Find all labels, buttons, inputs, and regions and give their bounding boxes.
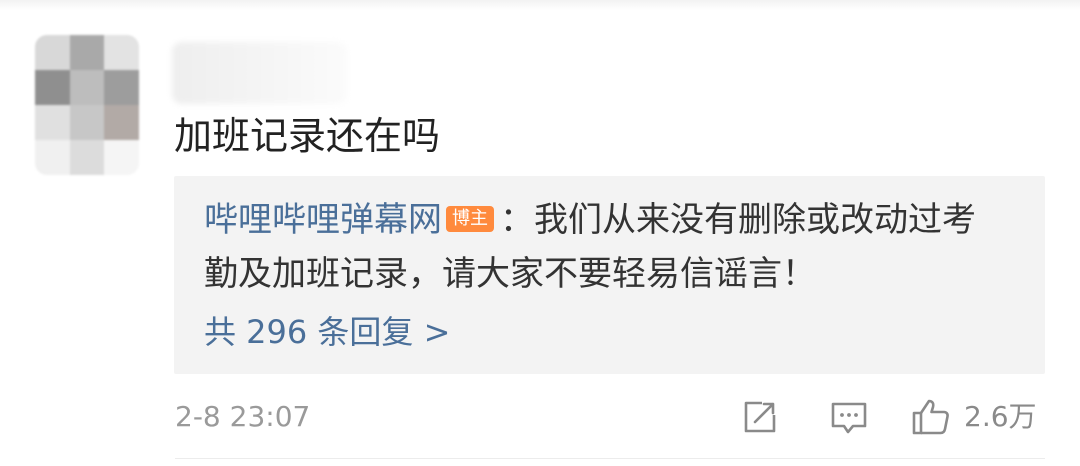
avatar[interactable] — [35, 35, 139, 175]
reply-preview-box[interactable]: 哔哩哔哩弹幕网 博主 ：我们从来没有删除或改动过考 勤及加班记录，请大家不要轻易信谣… — [174, 176, 1045, 374]
author-badge: 博主 — [446, 205, 494, 232]
share-button[interactable] — [740, 397, 780, 437]
divider — [175, 458, 1045, 459]
like-icon — [912, 399, 949, 435]
share-icon — [744, 401, 776, 433]
like-count: 2.6万 — [964, 400, 1037, 433]
comment-timestamp: 2-8 23:07 — [175, 400, 311, 433]
reply-text-1: ：我们从来没有删除或改动过考 — [500, 200, 976, 240]
view-replies-link[interactable]: 共 296 条回复 > — [204, 310, 450, 354]
username-blurred[interactable] — [172, 42, 347, 104]
like-button[interactable]: 2.6万 — [910, 397, 1037, 437]
top-edge — [0, 0, 1080, 10]
comment-text: 加班记录还在吗 — [174, 114, 441, 158]
comment-button[interactable] — [828, 397, 870, 437]
reply-author[interactable]: 哔哩哔哩弹幕网 — [204, 200, 442, 240]
reply-line-1: 哔哩哔哩弹幕网 博主 ：我们从来没有删除或改动过考 — [204, 194, 976, 246]
reply-line-2: 勤及加班记录，请大家不要轻易信谣言！ — [204, 254, 816, 294]
comment-icon — [831, 402, 867, 434]
